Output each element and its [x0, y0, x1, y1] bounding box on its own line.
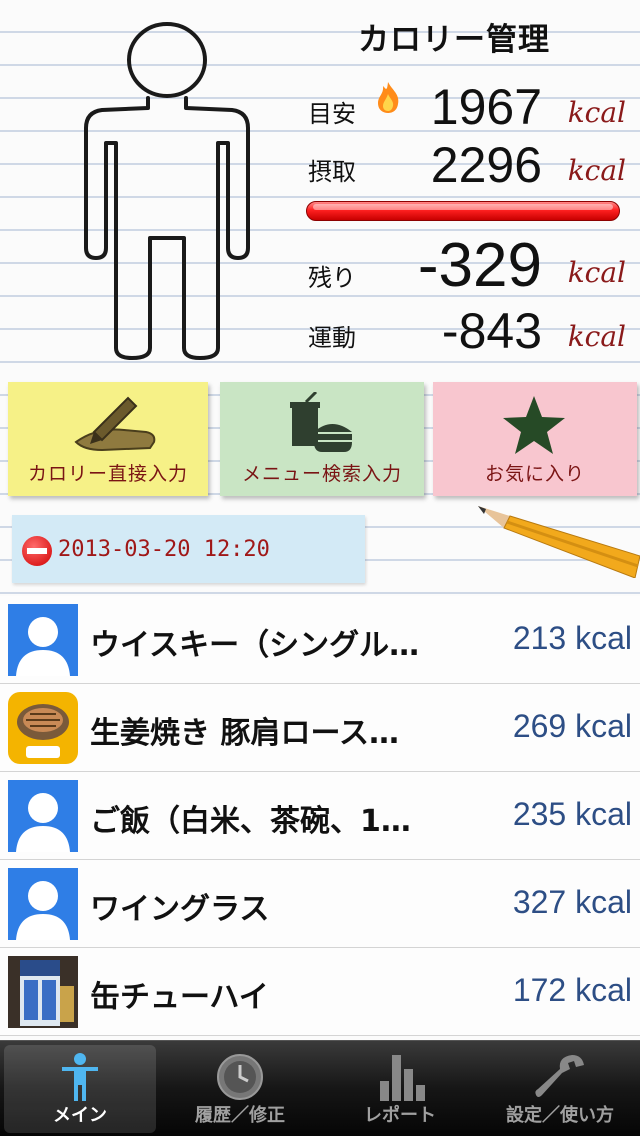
exercise-value: -843 — [441, 303, 542, 359]
tab-report-label: レポート — [364, 1105, 436, 1126]
bar-chart-icon — [380, 1055, 425, 1101]
tab-bar: メイン 履歴／修正 レポート 設定／使い方 — [0, 1040, 640, 1136]
entry-name: ウイスキー（シングル… — [90, 628, 420, 663]
tab-report[interactable]: レポート — [324, 1045, 476, 1133]
tab-settings[interactable]: 設定／使い方 — [484, 1045, 636, 1133]
summary-panel: カロリー管理 目安 1967 kcal 摂取 2296 kcal 残り -329… — [0, 0, 640, 370]
remaining-label: 残り — [308, 264, 356, 292]
remaining-row: 残り -329 kcal — [308, 231, 638, 300]
star-icon — [503, 396, 565, 454]
intake-label: 摂取 — [308, 158, 356, 186]
entry-kcal: 172 kcal — [512, 972, 632, 1008]
intake-progress-bar — [306, 201, 620, 221]
entry-kcal: 327 kcal — [512, 884, 632, 920]
direct-input-button[interactable]: カロリー直接入力 — [8, 382, 208, 496]
target-row: 目安 1967 kcal — [308, 79, 638, 142]
favorites-button[interactable]: お気に入り — [433, 382, 637, 496]
exercise-label: 運動 — [308, 324, 356, 352]
tab-history[interactable]: 履歴／修正 — [164, 1045, 316, 1133]
list-item[interactable]: 缶チューハイ 172 kcal — [0, 948, 640, 1036]
can-chuhai-photo — [8, 956, 78, 1028]
exercise-unit: kcal — [567, 320, 626, 353]
target-unit: kcal — [567, 96, 626, 129]
tab-settings-label: 設定／使い方 — [506, 1105, 614, 1126]
yakiniku-icon — [8, 692, 78, 764]
remaining-value: -329 — [417, 231, 542, 300]
list-item[interactable]: 生姜焼き 豚肩ロース… 269 kcal — [0, 684, 640, 772]
person-placeholder-icon — [8, 604, 78, 676]
list-item[interactable]: ウイスキー（シングル… 213 kcal — [0, 596, 640, 684]
meal-datetime: 2013-03-20 12:20 — [58, 537, 270, 562]
remaining-unit: kcal — [567, 256, 626, 289]
target-value: 1967 — [430, 79, 542, 135]
entry-name: 缶チューハイ — [90, 980, 269, 1015]
tab-main[interactable]: メイン — [4, 1045, 156, 1133]
intake-unit: kcal — [567, 154, 626, 187]
entry-name: 生姜焼き 豚肩ロース… — [90, 716, 399, 751]
entry-name: ご飯（白米、茶碗、1… — [90, 804, 411, 839]
tab-history-label: 履歴／修正 — [195, 1105, 285, 1126]
body-figure-icon — [84, 22, 250, 360]
delete-icon[interactable] — [22, 536, 52, 566]
entry-kcal: 213 kcal — [512, 620, 632, 656]
clock-icon — [217, 1054, 263, 1100]
menu-search-label: メニュー検索入力 — [241, 463, 402, 485]
person-placeholder-icon — [8, 868, 78, 940]
meal-time-header[interactable]: 2013-03-20 12:20 — [12, 515, 365, 583]
hand-writing-icon — [74, 396, 156, 452]
page-title: カロリー管理 — [358, 22, 550, 58]
menu-search-button[interactable]: メニュー検索入力 — [220, 382, 424, 496]
entry-kcal: 269 kcal — [512, 708, 632, 744]
person-placeholder-icon — [8, 780, 78, 852]
exercise-row: 運動 -843 kcal — [308, 302, 638, 362]
list-item[interactable]: ワイングラス 327 kcal — [0, 860, 640, 948]
pencil-icon — [478, 506, 640, 578]
favorites-label: お気に入り — [484, 463, 585, 485]
fast-food-icon — [290, 392, 352, 452]
flame-icon — [378, 82, 399, 113]
intake-value: 2296 — [430, 137, 542, 193]
tab-main-label: メイン — [53, 1105, 107, 1126]
entry-name: ワイングラス — [90, 892, 270, 927]
intake-row: 摂取 2296 kcal — [308, 137, 638, 198]
wrench-icon — [535, 1055, 584, 1097]
direct-input-label: カロリー直接入力 — [27, 463, 188, 485]
target-label: 目安 — [308, 100, 356, 128]
list-item[interactable]: ご飯（白米、茶碗、1… 235 kcal — [0, 772, 640, 860]
person-icon — [62, 1053, 98, 1101]
entry-kcal: 235 kcal — [512, 796, 632, 832]
